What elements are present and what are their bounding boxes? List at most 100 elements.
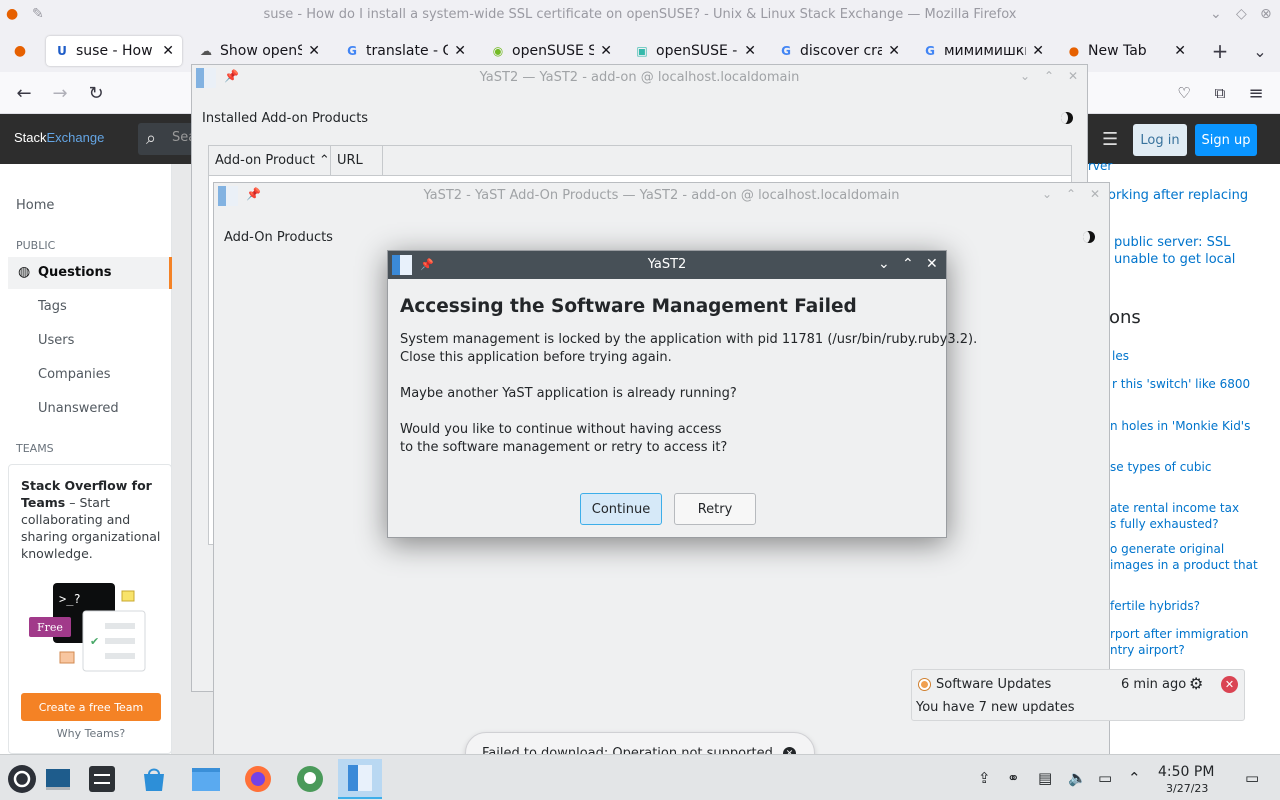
- pocket-icon[interactable]: ♡: [1170, 80, 1198, 106]
- sidebar-link[interactable]: o generate original: [1110, 541, 1224, 557]
- show-desktop[interactable]: [36, 759, 80, 799]
- taskbar-discover[interactable]: [132, 759, 176, 799]
- tab-translate[interactable]: G translate - Go ✕: [336, 36, 474, 66]
- tab-new-tab[interactable]: ● New Tab ✕: [1058, 36, 1194, 66]
- continue-button[interactable]: Continue: [580, 493, 662, 525]
- network-tray-icon[interactable]: ▭: [1098, 769, 1112, 787]
- sidebar-link[interactable]: public server: SSL: [1114, 235, 1230, 251]
- elephant-icon: [297, 766, 323, 792]
- reload-icon[interactable]: ↻: [82, 80, 110, 106]
- tab-close-icon[interactable]: ✕: [888, 43, 900, 59]
- nav-tags[interactable]: Tags: [38, 299, 67, 314]
- sidebar-link[interactable]: ntry airport?: [1110, 642, 1185, 658]
- dialog-message: Close this application before trying aga…: [400, 350, 672, 365]
- tab-stackexchange[interactable]: U suse - How do ✕: [46, 36, 182, 66]
- tab-close-icon[interactable]: ✕: [744, 43, 756, 59]
- sidebar-link[interactable]: se types of cubic: [1110, 459, 1211, 475]
- close-icon[interactable]: ✕: [1068, 69, 1078, 83]
- column-url[interactable]: URL: [331, 146, 383, 176]
- close-icon[interactable]: ✕: [1221, 676, 1238, 693]
- volume-tray-icon[interactable]: 🔈: [1068, 769, 1087, 787]
- nav-users[interactable]: Users: [38, 333, 74, 348]
- taskbar-mastodon[interactable]: [288, 759, 332, 799]
- firefox-view-icon[interactable]: ●: [6, 38, 34, 64]
- tab-list-icon[interactable]: ⌄: [1246, 38, 1274, 64]
- close-icon[interactable]: ✕: [926, 256, 938, 272]
- maximize-icon[interactable]: ◇: [1236, 6, 1247, 22]
- folder-icon: [192, 768, 220, 791]
- sidebar-link[interactable]: fertile hybrids?: [1110, 598, 1200, 614]
- google-icon: G: [925, 44, 935, 58]
- back-icon[interactable]: ←: [10, 80, 38, 106]
- tab-close-icon[interactable]: ✕: [1174, 43, 1186, 59]
- tray-expand-icon[interactable]: ⌃: [1128, 769, 1141, 787]
- sidebar-link[interactable]: images in a product that: [1110, 557, 1258, 573]
- close-icon[interactable]: ✕: [1090, 187, 1100, 201]
- sidebar-link[interactable]: r this 'switch' like 6800: [1112, 376, 1250, 392]
- configure-icon[interactable]: ⚙: [1189, 674, 1203, 693]
- tab-mimimishki[interactable]: G мимимишки ✕: [914, 36, 1052, 66]
- taskbar-dolphin[interactable]: [184, 759, 228, 799]
- taskbar-yast[interactable]: [338, 759, 382, 799]
- create-team-button[interactable]: Create a free Team: [21, 693, 161, 721]
- nav-home[interactable]: Home: [16, 198, 54, 213]
- column-addon-product[interactable]: Add-on Product ⌃: [209, 146, 331, 176]
- discover-icon: [144, 768, 164, 791]
- tab-close-icon[interactable]: ✕: [308, 43, 320, 59]
- sidebar-link[interactable]: n holes in 'Monkie Kid's: [1110, 418, 1250, 434]
- login-button[interactable]: Log in: [1133, 124, 1187, 156]
- sidebar-link[interactable]: les: [1112, 348, 1129, 364]
- maximize-icon[interactable]: ⌃: [902, 256, 914, 272]
- sidebar-link[interactable]: rver: [1088, 158, 1112, 174]
- tab-close-icon[interactable]: ✕: [600, 43, 612, 59]
- connect-tray-icon[interactable]: ⚭: [1007, 769, 1020, 787]
- tab-close-icon[interactable]: ✕: [1032, 43, 1044, 59]
- updates-tray-icon[interactable]: ⇪: [978, 769, 991, 787]
- maximize-icon[interactable]: ⌃: [1044, 69, 1054, 83]
- se-logo[interactable]: StackExchange: [14, 130, 104, 145]
- tab-opensuse-software[interactable]: ◉ openSUSE Sof ✕: [482, 36, 620, 66]
- why-teams-link[interactable]: Why Teams?: [9, 727, 173, 740]
- signup-button[interactable]: Sign up: [1195, 124, 1257, 156]
- maximize-icon[interactable]: ⌃: [1066, 187, 1076, 201]
- clipboard-tray-icon[interactable]: ▤: [1038, 769, 1052, 787]
- close-icon[interactable]: ⊗: [1260, 6, 1272, 22]
- minimize-icon[interactable]: ⌄: [1042, 187, 1052, 201]
- tab-close-icon[interactable]: ✕: [454, 43, 466, 59]
- show-desktop-icon[interactable]: ▭: [1245, 769, 1259, 787]
- sidebar-link[interactable]: unable to get local: [1114, 252, 1235, 268]
- minimize-icon[interactable]: ⌄: [1020, 69, 1030, 83]
- taskbar-system-settings[interactable]: [80, 759, 124, 799]
- site-switcher-icon[interactable]: ☰: [1102, 129, 1118, 150]
- retry-button[interactable]: Retry: [674, 493, 756, 525]
- software-updates-notification[interactable]: Software Updates 6 min ago ⚙ ✕ You have …: [911, 669, 1245, 721]
- taskbar-firefox[interactable]: [236, 759, 280, 799]
- window-titlebar: 📌 YaST2 - YaST Add-On Products — YaST2 -…: [214, 183, 1109, 209]
- nav-unanswered[interactable]: Unanswered: [38, 401, 119, 416]
- clock-date[interactable]: 3/27/23: [1166, 782, 1208, 795]
- globe-icon: ◍: [18, 264, 31, 280]
- minimize-icon[interactable]: ⌄: [878, 256, 890, 272]
- tab-close-icon[interactable]: ✕: [162, 43, 174, 59]
- extensions-icon[interactable]: ⧉: [1206, 80, 1234, 106]
- sidebar-link[interactable]: ate rental income tax: [1110, 500, 1239, 516]
- sidebar-link[interactable]: orking after replacing: [1108, 188, 1248, 204]
- sidebar-link[interactable]: rport after immigration: [1110, 626, 1249, 642]
- search-input[interactable]: ⌕ Sea: [138, 123, 198, 155]
- tab-github[interactable]: ☁ Show openSU ✕: [190, 36, 328, 66]
- minimize-icon[interactable]: ⌄: [1210, 6, 1222, 22]
- nav-questions[interactable]: ◍ Questions: [8, 257, 172, 289]
- menu-icon[interactable]: ≡: [1242, 80, 1270, 106]
- tab-discover-crash[interactable]: G discover crash ✕: [770, 36, 908, 66]
- nav-companies[interactable]: Companies: [38, 367, 111, 382]
- search-icon: ⌕: [146, 128, 157, 149]
- firefox-titlebar: ● ✎ suse - How do I install a system-wid…: [0, 0, 1280, 30]
- opensuse-icon: ◉: [492, 44, 504, 58]
- sidebar-link[interactable]: s fully exhausted?: [1110, 516, 1219, 532]
- clock-time[interactable]: 4:50 PM: [1158, 764, 1214, 780]
- new-tab-icon[interactable]: +: [1206, 38, 1234, 64]
- tab-opensuse-forum[interactable]: ▣ openSUSE - Li ✕: [626, 36, 764, 66]
- addon-products-heading: Add-On Products: [224, 230, 333, 245]
- notification-time: 6 min ago: [1121, 677, 1187, 692]
- forward-icon[interactable]: →: [46, 80, 74, 106]
